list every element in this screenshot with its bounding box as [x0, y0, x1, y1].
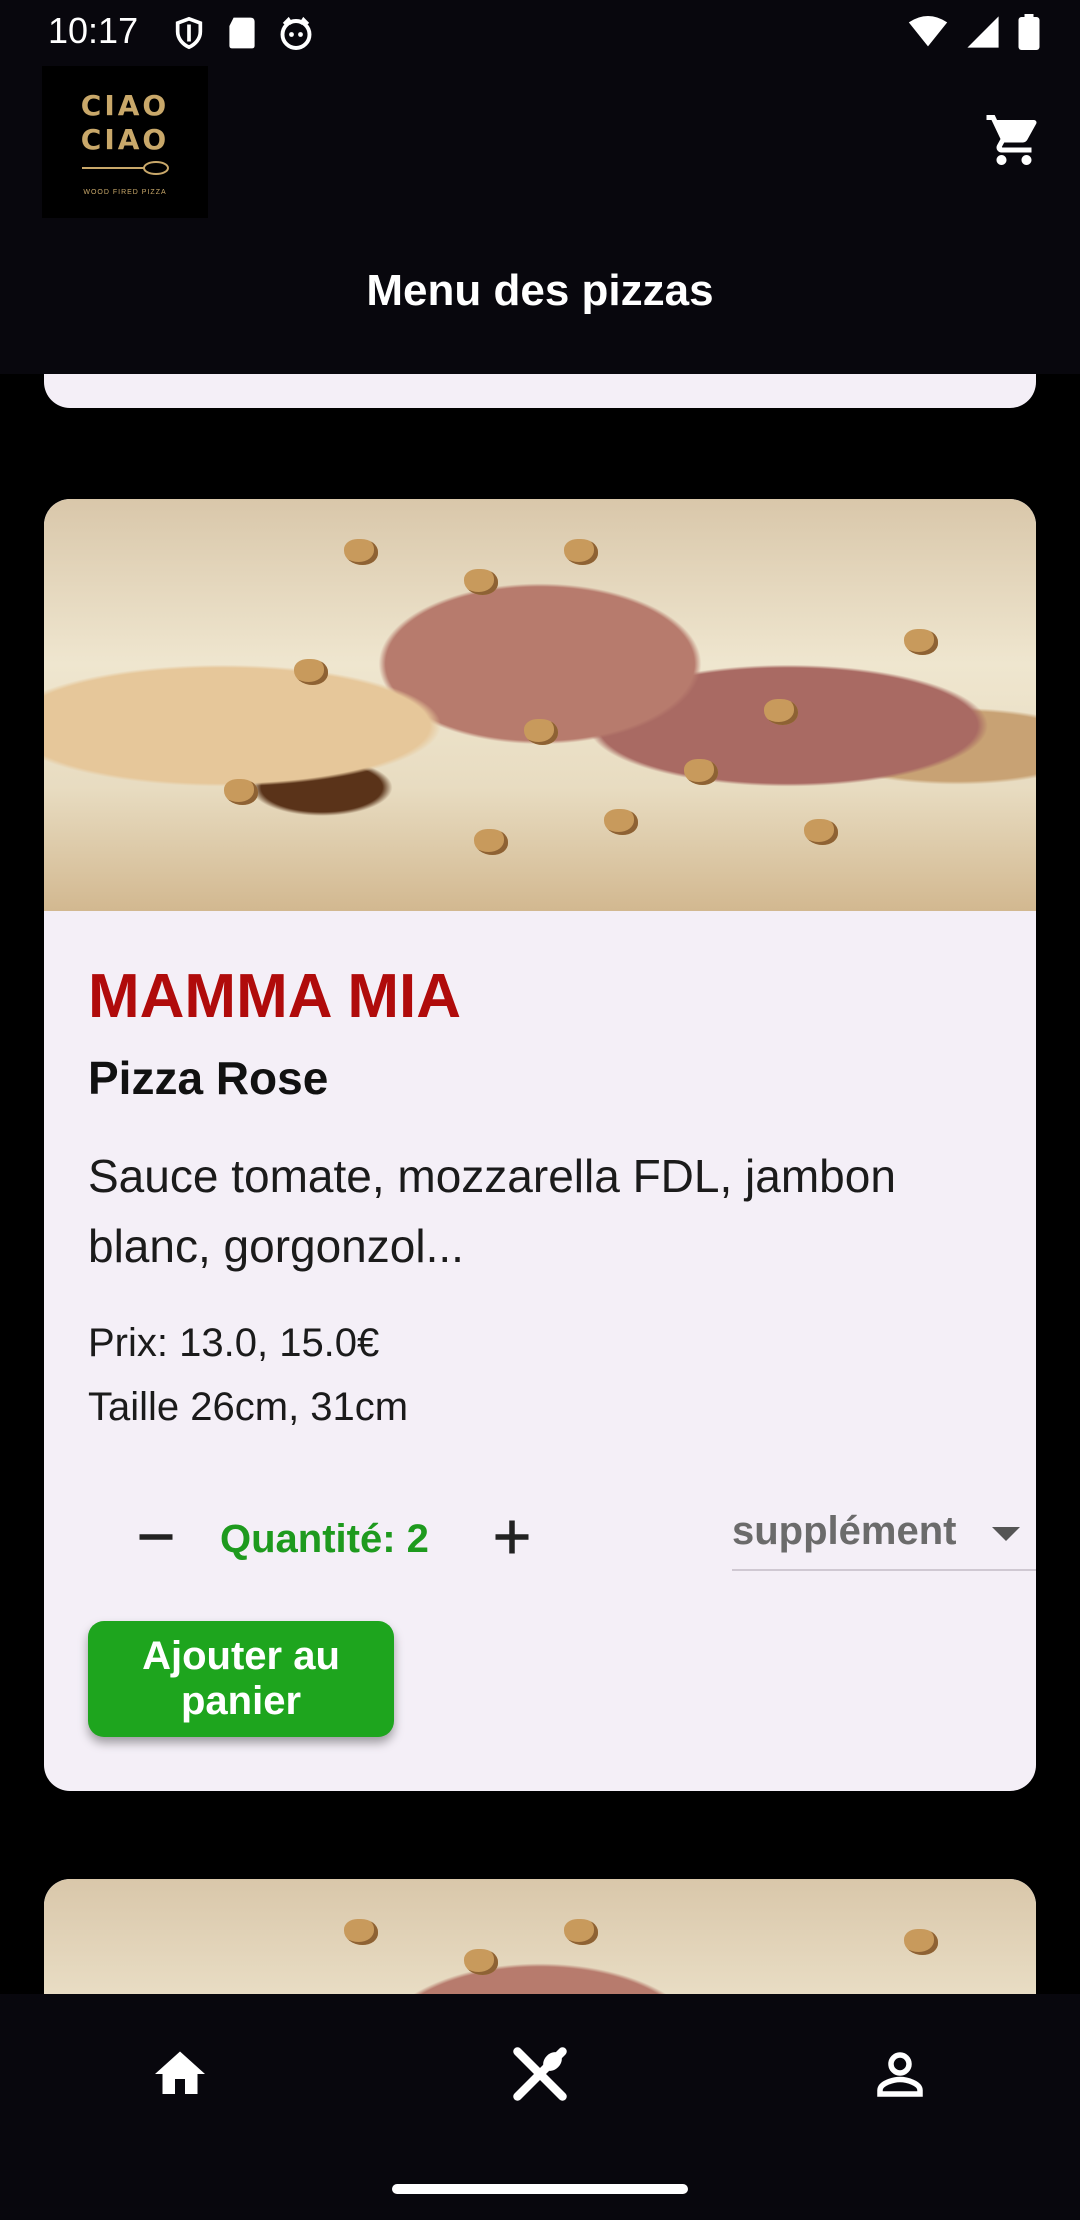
pizza-description: Sauce tomate, mozzarella FDL, jambon bla…: [88, 1150, 896, 1272]
pizza-card[interactable]: MAMMA MIA Pizza Rose Sauce tomate, mozza…: [44, 499, 1036, 1791]
home-icon: [155, 2051, 205, 2094]
logo-line-1: CIAO: [80, 88, 170, 122]
pizza-list[interactable]: MAMMA MIA Pizza Rose Sauce tomate, mozza…: [0, 374, 1080, 1994]
pizza-type: Pizza Rose: [88, 1052, 329, 1104]
home-indicator[interactable]: [392, 2184, 688, 2194]
quantity-label: Quantité: 2: [220, 1517, 429, 1561]
decrease-quantity-button[interactable]: [128, 1509, 184, 1565]
pizza-name: MAMMA MIA: [88, 962, 462, 1031]
increase-quantity-button[interactable]: [484, 1509, 540, 1565]
sd-card-icon: [229, 17, 255, 49]
nav-home[interactable]: [140, 2034, 220, 2114]
logo-line-2: CIAO: [80, 122, 170, 156]
bottom-navigation: [0, 1994, 1080, 2220]
cart-icon[interactable]: [984, 110, 1044, 170]
shield-icon: [175, 16, 203, 50]
page-title: Menu des pizzas: [366, 266, 714, 315]
pizza-card-previous[interactable]: [44, 374, 1036, 408]
signal-icon: [967, 16, 999, 48]
restaurant-icon: [513, 2047, 567, 2101]
status-icons-left: [172, 14, 314, 52]
spoon-icon: [82, 160, 169, 175]
quantity-row: Quantité: 2 supplément: [88, 1497, 1036, 1577]
nav-menu[interactable]: [500, 2034, 580, 2114]
app-bar: CIAO CIAO WOOD FIRED PIZZA Menu des pizz…: [0, 66, 1080, 374]
pizza-card-next[interactable]: [44, 1879, 1036, 1994]
add-to-cart-button[interactable]: Ajouter au panier: [88, 1621, 394, 1737]
wifi-icon: [908, 16, 948, 47]
supplement-placeholder: supplément: [732, 1509, 957, 1553]
nav-profile[interactable]: [860, 2034, 940, 2114]
chevron-down-icon: [992, 1527, 1020, 1541]
status-time: 10:17: [48, 10, 139, 51]
minus-icon: [139, 1534, 173, 1540]
status-icons-right: [908, 14, 1040, 50]
logo[interactable]: CIAO CIAO WOOD FIRED PIZZA: [42, 66, 208, 218]
supplement-dropdown[interactable]: supplément: [732, 1505, 1036, 1571]
pizza-price: Prix: 13.0, 15.0€: [88, 1321, 380, 1365]
person-icon: [877, 2052, 923, 2097]
plus-icon: [495, 1520, 529, 1554]
cat-icon: [280, 16, 312, 50]
pizza-image-next: [44, 1879, 1036, 1994]
pizza-size: Taille 26cm, 31cm: [88, 1385, 409, 1429]
battery-icon: [1018, 14, 1040, 50]
pizza-image: [44, 499, 1036, 911]
logo-tagline: WOOD FIRED PIZZA: [83, 188, 167, 196]
status-bar: 10:17: [0, 0, 1080, 66]
